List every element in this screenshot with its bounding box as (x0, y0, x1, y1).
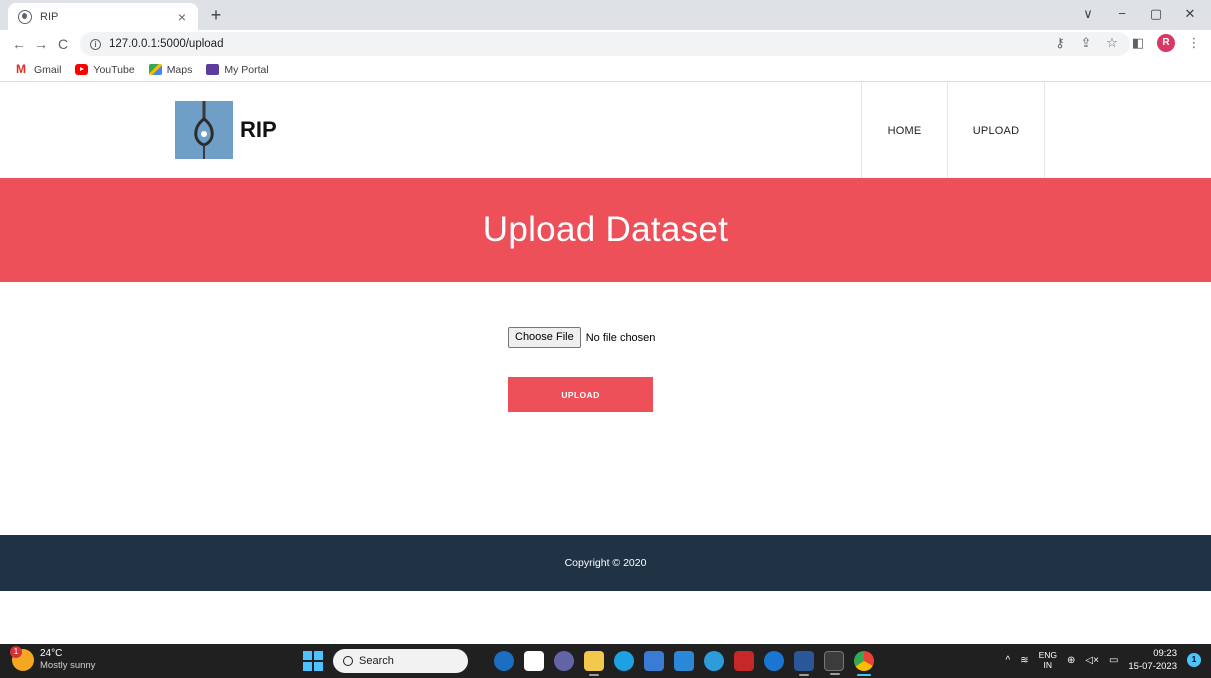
globe-icon (18, 9, 32, 24)
teams-icon[interactable] (554, 651, 574, 671)
tab-search-icon[interactable]: ∨ (1073, 4, 1103, 24)
bookmark-label: YouTube (93, 63, 135, 76)
lang-top: ENG (1038, 650, 1058, 660)
edge-icon[interactable] (614, 651, 634, 671)
maximize-button[interactable]: ▢ (1141, 4, 1171, 24)
whiteboard-icon[interactable] (674, 651, 694, 671)
copyright-text: Copyright © 2020 (564, 557, 647, 569)
mcafee-icon[interactable] (734, 651, 754, 671)
bookmark-label: My Portal (224, 63, 269, 76)
browser-tab[interactable]: RIP × (8, 3, 198, 30)
weather-widget[interactable]: 1 24°C Mostly sunny (10, 646, 96, 672)
battery-icon[interactable]: ▭ (1109, 655, 1118, 666)
taskbar: 1 24°C Mostly sunny Search ^ ≋ ENG IN ⊕ … (0, 644, 1211, 678)
portal-icon (206, 64, 220, 75)
system-tray: ^ ≋ ENG IN ⊕ ◁× ▭ 09:23 15-07-2023 1 (1006, 647, 1201, 673)
profile-avatar[interactable]: R (1157, 34, 1175, 52)
clock-date: 15-07-2023 (1128, 661, 1177, 672)
site-footer: Copyright © 2020 (0, 535, 1211, 591)
network-icon[interactable]: ≋ (1020, 655, 1028, 666)
search-label: Search (359, 655, 394, 667)
weather-badge: 1 (10, 646, 22, 658)
skype-icon[interactable] (764, 651, 784, 671)
globe-icon[interactable]: ⊕ (1067, 655, 1075, 666)
file-status-text: No file chosen (585, 331, 656, 344)
youtube-icon (75, 64, 89, 75)
key-icon[interactable]: ⚷ (1053, 35, 1067, 51)
bookmark-youtube[interactable]: YouTube (75, 63, 135, 76)
bookmarks-bar: M Gmail YouTube Maps My Portal (0, 58, 1211, 82)
site-header: RIP HOME UPLOAD (0, 83, 1211, 178)
file-explorer-icon[interactable] (584, 651, 604, 676)
taskbar-apps: Search (303, 649, 874, 676)
file-input[interactable]: Choose File No file chosen (508, 327, 655, 348)
bookmark-my-portal[interactable]: My Portal (206, 63, 269, 76)
gmail-icon: M (16, 62, 26, 76)
help-icon[interactable] (704, 651, 724, 671)
bookmark-label: Gmail (34, 63, 62, 76)
forward-button[interactable]: → (30, 36, 52, 52)
clock[interactable]: 09:23 15-07-2023 (1128, 647, 1177, 673)
language-indicator[interactable]: ENG IN (1039, 650, 1057, 670)
taskbar-search[interactable]: Search (333, 649, 468, 673)
menu-icon[interactable]: ⋮ (1187, 35, 1201, 51)
close-tab-icon[interactable]: × (174, 9, 190, 25)
nav-upload[interactable]: UPLOAD (948, 83, 1045, 178)
notification-badge[interactable]: 1 (1187, 653, 1201, 667)
url-text[interactable]: 127.0.0.1:5000/upload (109, 38, 223, 50)
sun-icon: 1 (10, 646, 34, 671)
window-controls: ∨ − ▢ ✕ (1073, 4, 1205, 24)
minimize-button[interactable]: − (1107, 4, 1137, 24)
word-icon[interactable] (794, 651, 814, 676)
task-view-icon[interactable] (524, 651, 544, 671)
sidepanel-icon[interactable]: ◧ (1131, 35, 1145, 51)
choose-file-button[interactable]: Choose File (508, 327, 581, 348)
terminal-icon[interactable] (824, 651, 844, 675)
volume-icon[interactable]: ◁× (1085, 655, 1099, 666)
omnibox[interactable]: i 127.0.0.1:5000/upload (80, 32, 1130, 56)
hero-banner: Upload Dataset (0, 178, 1211, 282)
bookmark-label: Maps (166, 63, 193, 76)
new-tab-button[interactable]: + (206, 5, 226, 25)
back-button[interactable]: ← (8, 36, 30, 52)
lang-bottom: IN (1043, 660, 1053, 670)
tab-strip: RIP × + ∨ − ▢ ✕ (0, 0, 1211, 30)
maps-icon (148, 64, 162, 75)
share-icon[interactable]: ⇪ (1079, 35, 1093, 51)
nav-home[interactable]: HOME (862, 83, 948, 178)
page-title: Upload Dataset (482, 210, 729, 249)
brand-name[interactable]: RIP (240, 117, 277, 143)
browser-toolbar: ⚷ ⇪ ☆ ◧ R ⋮ (1053, 34, 1201, 52)
start-icon[interactable] (303, 651, 323, 671)
star-icon[interactable]: ☆ (1105, 35, 1119, 51)
reload-button[interactable]: C (52, 36, 74, 52)
bing-icon[interactable] (494, 651, 514, 671)
bookmark-maps[interactable]: Maps (148, 63, 193, 76)
main-nav: HOME UPLOAD (861, 83, 1045, 178)
weather-temp: 24°C (40, 648, 63, 659)
bookmark-gmail[interactable]: M Gmail (16, 62, 62, 76)
search-icon (343, 656, 353, 666)
tab-title: RIP (40, 10, 59, 23)
clock-time: 09:23 (1153, 648, 1177, 659)
store-icon[interactable] (644, 651, 664, 671)
upload-button[interactable]: UPLOAD (508, 377, 653, 412)
weather-desc: Mostly sunny (40, 660, 96, 671)
noose-logo[interactable] (175, 101, 233, 159)
address-bar-row: ← → C i 127.0.0.1:5000/upload ⚷ ⇪ ☆ ◧ R … (0, 30, 1211, 58)
site-info-icon[interactable]: i (90, 38, 101, 50)
chrome-icon[interactable] (854, 651, 874, 676)
close-window-button[interactable]: ✕ (1175, 4, 1205, 24)
chevron-up-icon[interactable]: ^ (1006, 655, 1011, 666)
